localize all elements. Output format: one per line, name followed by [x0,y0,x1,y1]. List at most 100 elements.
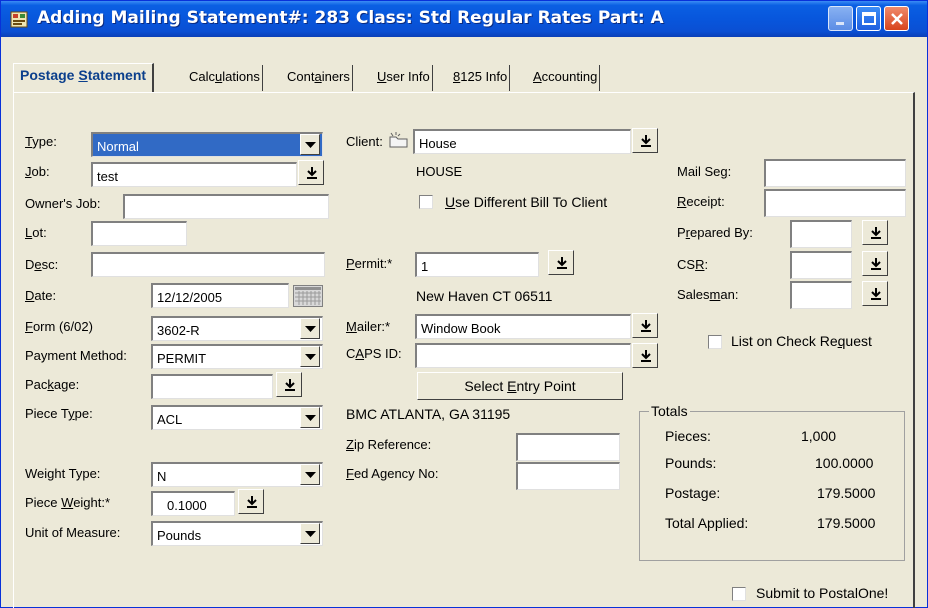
arrow-down-bar-icon [871,258,881,270]
unit-of-measure-dropdown-button[interactable] [300,523,320,544]
label-text: ype: [32,134,57,149]
chevron-down-icon [305,472,316,478]
tab-label: 125 Info [460,69,508,84]
owners-job-label: Owner's Job: [25,196,101,211]
permit-picker-button[interactable] [548,250,574,275]
csr-picker-button[interactable] [862,251,888,276]
piece-weight-input[interactable]: 0.1000 [151,491,235,516]
date-label: Date: [25,288,56,303]
package-input[interactable] [151,374,273,399]
form-select[interactable]: 3602-R [151,316,323,341]
prepared-by-input[interactable] [790,220,852,248]
maximize-icon [862,12,876,25]
tab-containers[interactable]: Containers [283,65,353,91]
payment-method-label: Payment Method: [25,348,127,363]
close-button[interactable] [884,6,909,31]
salesman-picker-button[interactable] [862,281,888,306]
piece-weight-picker-button[interactable] [238,489,264,514]
chevron-down-icon [305,415,316,421]
label-text: ip Reference: [353,437,432,452]
submit-postalone-checkbox[interactable] [732,587,746,601]
folder-icon[interactable] [388,132,410,150]
tab-label: ser Info [386,69,430,84]
minimize-button[interactable] [828,6,853,31]
tab-accounting[interactable]: Accounting [529,65,601,91]
payment-method-dropdown-button[interactable] [300,346,320,367]
arrow-down-bar-icon [285,379,295,391]
type-dropdown-button[interactable] [300,134,320,155]
form-dropdown-button[interactable] [300,318,320,339]
mailer-input[interactable]: Window Book [415,314,631,339]
prepared-by-picker-button[interactable] [862,220,888,245]
job-value: test [97,169,118,184]
weight-type-select[interactable]: N [151,462,323,487]
label-text: epared By: [690,225,753,240]
payment-method-select[interactable]: PERMIT [151,344,323,369]
desc-input[interactable] [91,252,325,277]
tab-label: Postage [20,67,79,83]
select-entry-point-button[interactable]: Select Entry Point [417,372,623,400]
mail-seg-input[interactable] [764,159,906,187]
permit-location: New Haven CT 06511 [416,288,553,304]
maximize-button[interactable] [856,6,881,31]
desc-label: Desc: [25,257,58,272]
tab-user-info[interactable]: User Info [373,65,433,91]
label-text: C [346,346,356,361]
tab-label: ccounting [541,69,598,84]
button-label: Select [464,378,508,394]
date-input[interactable]: 12/12/2005 [151,283,289,308]
job-label: Job: [25,164,50,179]
caps-id-label: CAPS ID: [346,346,402,361]
csr-input[interactable] [790,251,852,279]
button-label: ntry Point [516,378,576,394]
label-text: ate: [34,288,57,303]
label-text: Piece T [25,406,69,421]
label-text: sc: [41,257,59,272]
list-on-check-request-checkbox[interactable] [708,335,722,349]
owners-job-input[interactable] [123,194,329,219]
label-key: M [346,319,357,334]
arrow-down-bar-icon [247,496,257,508]
salesman-input[interactable] [790,281,852,309]
calendar-icon[interactable] [293,285,323,307]
fed-agency-input[interactable] [516,462,620,490]
tab-postage-statement[interactable]: Postage Statement [13,63,155,93]
type-select[interactable]: Normal [91,132,323,157]
package-picker-button[interactable] [276,372,302,397]
lot-input[interactable] [91,221,187,246]
client-input[interactable]: House [413,129,631,154]
label-key: e [34,257,42,272]
unit-of-measure-value: Pounds [157,528,202,543]
caps-id-input[interactable] [415,343,631,368]
use-different-bill-checkbox[interactable] [419,195,433,209]
piece-type-select[interactable]: ACL [151,405,323,430]
job-picker-button[interactable] [298,160,324,185]
postage-value: 179.5000 [817,485,876,501]
form-label: Form (6/02) [25,319,93,334]
label-key: m [709,287,721,302]
tab-8125-info[interactable]: 8125 Info [449,65,511,91]
label-text: eight:* [73,495,111,510]
arrow-down-bar-icon [871,227,881,239]
label-text: ob: [31,164,50,179]
label-key: D [25,288,35,303]
client-name: HOUSE [416,164,463,179]
title-bar[interactable]: Adding Mailing Statement#: 283 Class: St… [1,1,927,37]
unit-of-measure-select[interactable]: Pounds [151,521,323,546]
job-input[interactable]: test [91,162,297,187]
piece-weight-label: Piece Weight:* [25,495,110,510]
tab-label: Cont [287,69,315,84]
client-value: House [419,136,457,151]
caps-id-picker-button[interactable] [632,343,658,368]
receipt-input[interactable] [764,189,906,217]
arrow-down-bar-icon [871,288,881,300]
mailer-picker-button[interactable] [632,313,658,338]
weight-type-dropdown-button[interactable] [300,464,320,485]
tab-calculations[interactable]: Calculations [185,65,263,91]
tab-label: tatement [87,67,147,83]
permit-input[interactable]: 1 [415,252,539,277]
client-picker-button[interactable] [632,128,658,153]
piece-type-dropdown-button[interactable] [300,407,320,428]
tab-label: iners [321,69,350,84]
zip-reference-input[interactable] [516,433,620,461]
